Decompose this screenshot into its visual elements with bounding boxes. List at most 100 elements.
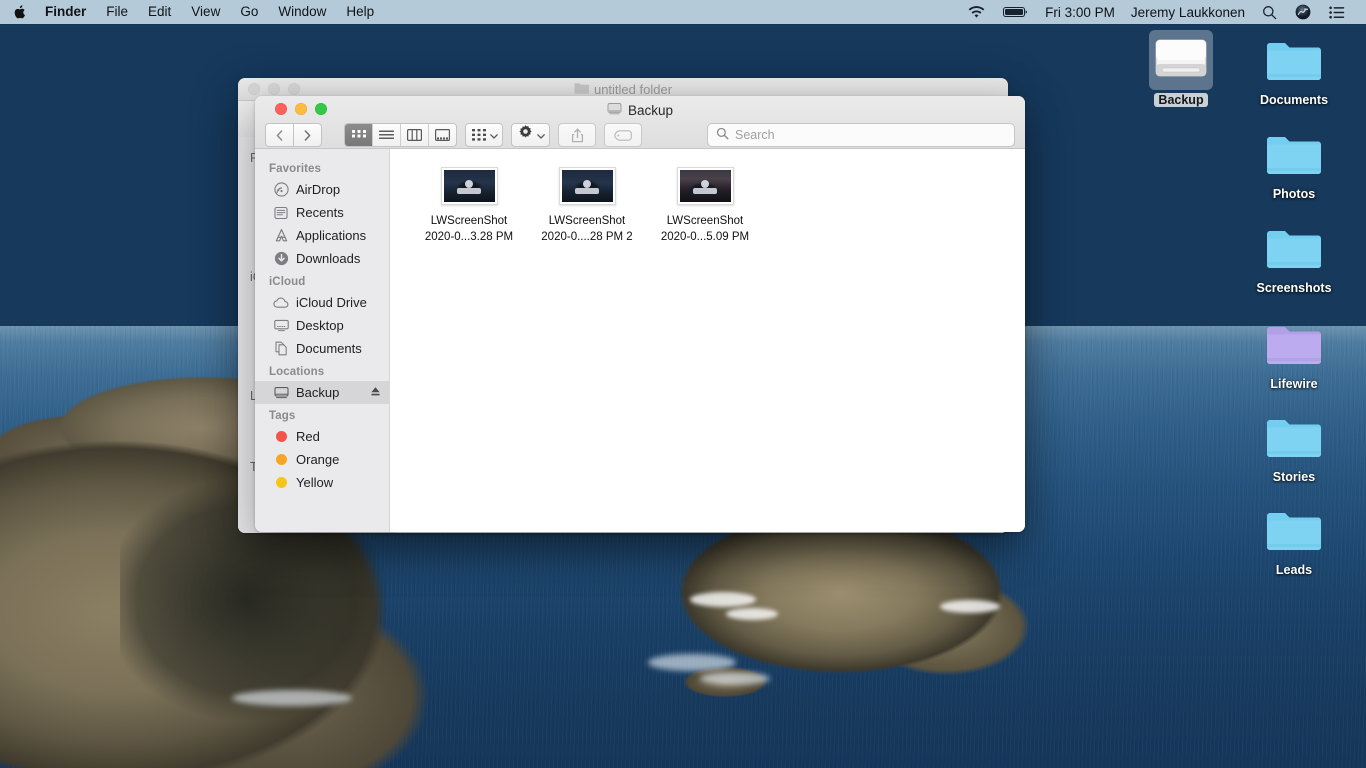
traffic-lights[interactable] — [265, 103, 327, 115]
control-center-icon[interactable] — [1320, 2, 1354, 22]
group-by-button[interactable] — [465, 123, 503, 147]
file-item[interactable]: LWScreenShot 2020-0...5.09 PM — [650, 167, 760, 245]
downloads-icon — [273, 251, 289, 267]
applications-icon — [273, 228, 289, 244]
action-menu-button[interactable] — [511, 123, 550, 147]
wifi-icon[interactable] — [959, 2, 994, 22]
sidebar-header-icloud: iCloud — [269, 276, 306, 288]
folder-icon — [1262, 124, 1326, 184]
wallpaper-foam — [648, 654, 736, 671]
search-icon[interactable] — [1253, 2, 1286, 22]
desktop-icon-backup[interactable]: Backup — [1135, 30, 1227, 107]
minimize-button[interactable] — [295, 103, 307, 115]
sidebar-item-backup[interactable]: Backup — [255, 381, 389, 404]
sidebar-item-applications[interactable]: Applications — [255, 224, 389, 247]
desktop-icon-leads[interactable]: Leads — [1248, 500, 1340, 577]
folder-icon — [1262, 218, 1326, 278]
tags-button[interactable] — [604, 123, 642, 147]
wallpaper-foam — [726, 608, 778, 620]
finder-window-title: Backup — [255, 102, 1025, 118]
finder-sidebar[interactable]: Favorites AirDrop Recents Applications D… — [255, 149, 390, 532]
sidebar-item-tag-orange[interactable]: Orange — [255, 448, 389, 471]
sidebar-item-label: Backup — [296, 385, 340, 400]
airdrop-icon — [273, 182, 289, 198]
sidebar-item-label: iCloud Drive — [296, 295, 367, 310]
menu-item-edit[interactable]: Edit — [138, 3, 181, 21]
eject-icon[interactable] — [370, 386, 381, 400]
wallpaper-foam — [232, 690, 352, 706]
tag-dot-icon — [273, 452, 289, 468]
file-item[interactable]: LWScreenShot 2020-0...3.28 PM — [414, 167, 524, 245]
icon-view-button[interactable] — [345, 124, 373, 146]
file-name-line1: LWScreenShot — [548, 215, 626, 227]
preview-field — [575, 187, 599, 194]
search-input[interactable]: Search — [735, 128, 775, 142]
drive-icon — [273, 385, 289, 401]
chevron-down-icon — [537, 126, 545, 144]
siri-icon[interactable] — [1286, 2, 1320, 22]
sidebar-item-documents[interactable]: Documents — [255, 337, 389, 360]
tag-dot-icon — [273, 429, 289, 445]
menu-bar-username[interactable]: Jeremy Laukkonen — [1123, 2, 1253, 22]
view-mode-segmented-control[interactable] — [344, 123, 457, 147]
sidebar-header-favorites: Favorites — [269, 163, 322, 175]
back-button[interactable] — [265, 123, 293, 147]
background-window-title: untitled folder — [238, 82, 1008, 97]
sidebar-item-icloud-drive[interactable]: iCloud Drive — [255, 291, 389, 314]
sidebar-item-label: Desktop — [296, 318, 344, 333]
battery-icon[interactable] — [994, 2, 1037, 22]
desktop-icon-lifewire[interactable]: Lifewire — [1248, 314, 1340, 391]
share-button[interactable] — [558, 123, 596, 147]
menu-item-file[interactable]: File — [96, 3, 138, 21]
sidebar-item-label: Orange — [296, 452, 340, 467]
file-item[interactable]: LWScreenShot 2020-0....28 PM 2 — [532, 167, 642, 245]
sidebar-item-downloads[interactable]: Downloads — [255, 247, 389, 270]
finder-toolbar[interactable]: Backup Search — [255, 96, 1025, 149]
forward-button[interactable] — [293, 123, 322, 147]
list-view-button[interactable] — [373, 124, 401, 146]
menu-item-help[interactable]: Help — [336, 3, 384, 21]
finder-file-grid[interactable]: LWScreenShot 2020-0...3.28 PM LWScreenSh… — [390, 149, 1025, 532]
screenshot-preview — [679, 170, 731, 202]
folder-icon — [1262, 407, 1326, 467]
sidebar-item-airdrop[interactable]: AirDrop — [255, 178, 389, 201]
finder-body: Favorites AirDrop Recents Applications D… — [255, 149, 1025, 532]
menu-bar-status-area: Fri 3:00 PM Jeremy Laukkonen — [959, 0, 1366, 24]
preview-field — [693, 187, 717, 194]
desktop-icon-photos[interactable]: Photos — [1248, 124, 1340, 201]
menu-item-finder[interactable]: Finder — [35, 3, 96, 21]
search-field[interactable]: Search — [707, 123, 1015, 147]
finder-window[interactable]: Backup Search Favorites AirDrop Recents … — [255, 96, 1025, 532]
chevron-down-icon — [490, 126, 498, 144]
sidebar-item-label: Applications — [296, 228, 367, 243]
desktop-icon-stories[interactable]: Stories — [1248, 407, 1340, 484]
screenshot-preview — [443, 170, 495, 202]
desktop-screen: Finder File Edit View Go Window Help Fri… — [0, 0, 1366, 768]
finder-window-title-text: Backup — [627, 102, 674, 118]
column-view-button[interactable] — [401, 124, 429, 146]
sidebar-item-recents[interactable]: Recents — [255, 201, 389, 224]
desktop-icon-label: Leads — [1275, 563, 1313, 577]
folder-icon — [1262, 500, 1326, 560]
sidebar-item-tag-red[interactable]: Red — [255, 425, 389, 448]
menu-item-window[interactable]: Window — [268, 3, 336, 21]
menu-bar-clock[interactable]: Fri 3:00 PM — [1037, 2, 1123, 22]
desktop-icon-documents[interactable]: Documents — [1248, 30, 1340, 107]
file-name-line2: 2020-0....28 PM 2 — [541, 231, 633, 243]
file-name-line2: 2020-0...5.09 PM — [660, 231, 750, 243]
screenshot-preview — [561, 170, 613, 202]
desktop-icon-screenshots[interactable]: Screenshots — [1248, 218, 1340, 295]
desktop-icon-label: Screenshots — [1256, 281, 1332, 295]
sidebar-header-locations: Locations — [269, 366, 325, 378]
file-name-line1: LWScreenShot — [430, 215, 508, 227]
menu-item-go[interactable]: Go — [230, 3, 268, 21]
sidebar-item-tag-yellow[interactable]: Yellow — [255, 471, 389, 494]
apple-logo-icon[interactable] — [11, 4, 26, 21]
zoom-button[interactable] — [315, 103, 327, 115]
close-button[interactable] — [275, 103, 287, 115]
file-thumbnail — [440, 167, 498, 205]
gallery-view-button[interactable] — [429, 124, 456, 146]
menu-item-view[interactable]: View — [181, 3, 230, 21]
desktop-icon-label: Stories — [1272, 470, 1316, 484]
sidebar-item-desktop[interactable]: Desktop — [255, 314, 389, 337]
